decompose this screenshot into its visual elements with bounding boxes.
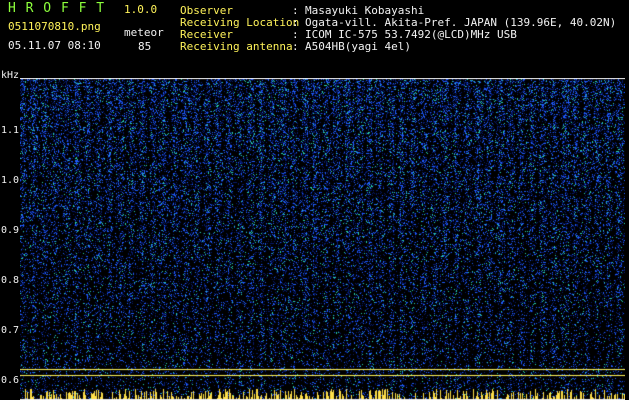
meta-label-antenna: Receiving antenna (180, 40, 293, 53)
meteor-label: meteor (124, 26, 164, 39)
meta-label-receiver: Receiver (180, 28, 233, 41)
spectrogram-panel (20, 78, 625, 400)
meta-label-location: Receiving Location (180, 16, 300, 29)
frequency-tick: 1.1 (1, 125, 20, 136)
location-value: Ogata-vill. Akita-Pref. JAPAN (139.96E, … (305, 16, 617, 29)
meta-colon: : (292, 4, 299, 17)
frequency-unit: kHz (1, 70, 20, 81)
app-brand: H R O F F T (8, 1, 106, 16)
frequency-tick: 0.6 (1, 375, 20, 386)
receiver-value: ICOM IC-575 53.7492(@LCD)MHz USB (305, 28, 517, 41)
frequency-tick: 0.8 (1, 275, 20, 286)
meta-colon: : (292, 40, 299, 53)
app-version: 1.0.0 (124, 3, 158, 16)
hroft-window: H R O F F T 1.0.0 0511070810.png 05.11.0… (0, 0, 629, 400)
frequency-tick: 0.7 (1, 325, 20, 336)
antenna-value: A504HB(yagi 4el) (305, 40, 411, 53)
frequency-tick: 0.9 (1, 225, 20, 236)
meta-colon: : (292, 16, 299, 29)
meta-label-observer: Observer (180, 4, 233, 17)
meta-colon: : (292, 28, 299, 41)
spectrogram-canvas (20, 78, 625, 400)
frequency-axis: kHz 1.1 1.0 0.9 0.8 0.7 0.6 (0, 70, 20, 400)
meteor-count: 85 (138, 40, 152, 53)
file-name: 0511070810.png (8, 20, 101, 33)
frequency-tick: 1.0 (1, 175, 20, 186)
observer-value: Masayuki Kobayashi (305, 4, 425, 17)
timestamp: 05.11.07 08:10 (8, 39, 101, 52)
